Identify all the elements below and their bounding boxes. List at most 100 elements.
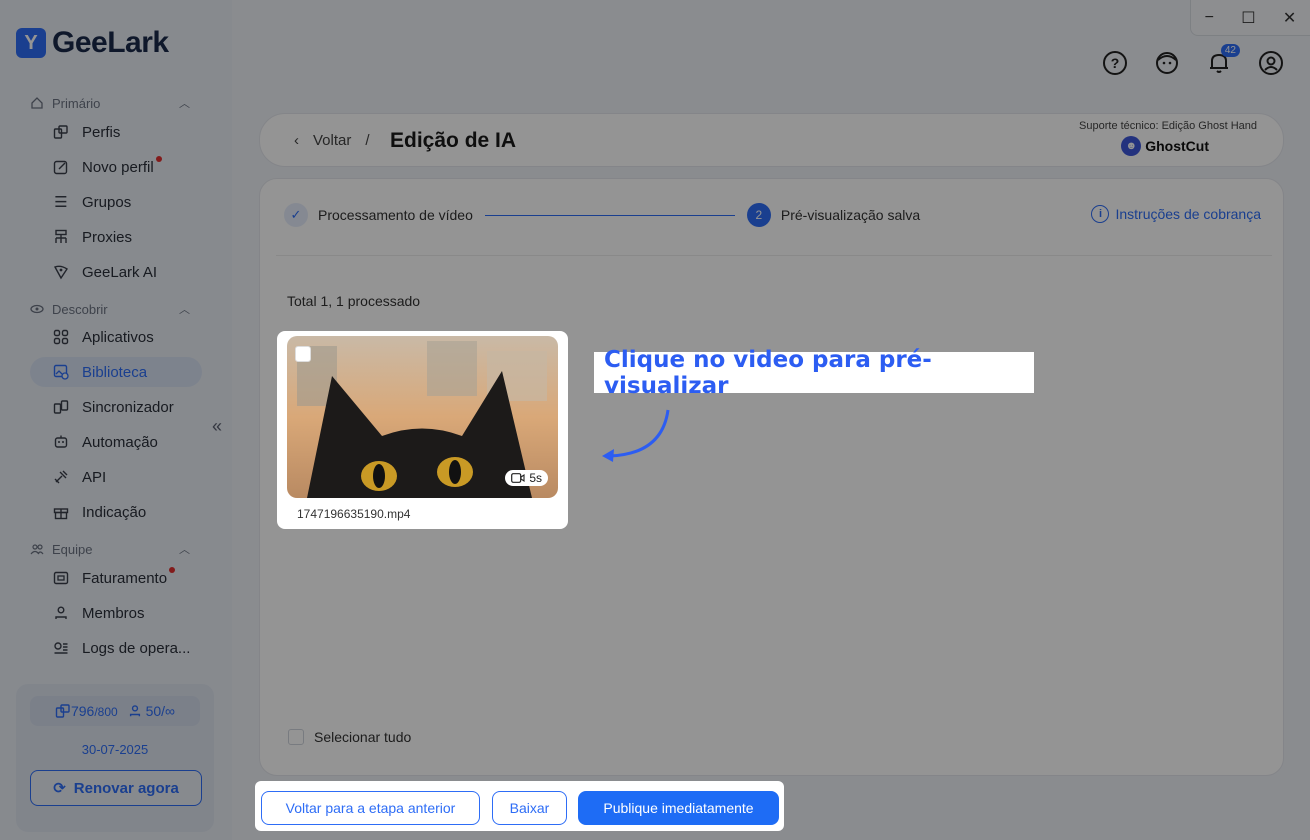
video-duration: 5s [529,471,542,485]
sidebar-item-proxies[interactable]: Proxies [30,222,202,252]
eye-icon [30,304,44,314]
video-thumbnail[interactable]: 5s [287,336,558,498]
sidebar-item-indicacao[interactable]: Indicação [30,497,202,527]
ghostcut-logo: ☻ GhostCut [1079,136,1209,156]
chevron-left-icon: ‹ [294,132,299,149]
steps: ✓ Processamento de vídeo 2 Pré-visualiza… [284,203,920,227]
publish-now-button[interactable]: Publique imediatamente [578,791,779,825]
section-title: Primário [52,95,101,111]
page-title: Edição de IA [390,129,517,152]
members-quota: 50/∞ [128,703,175,719]
team-icon [30,544,44,555]
video-camera-icon [511,473,525,483]
list-icon: ☰ [54,194,68,211]
support-info: Suporte técnico: Edição Ghost Hand ☻ Gho… [1079,120,1257,156]
notification-dot [169,567,176,573]
sidebar-item-label: Logs de opera... [82,639,191,657]
sidebar-item-membros[interactable]: Membros [30,598,202,628]
sidebar-item-label: Novo perfil [82,158,154,176]
video-card[interactable]: 5s 1747196635190.mp4 [277,331,568,529]
profiles-total: /800 [94,705,118,719]
previous-step-button[interactable]: Voltar para a etapa anterior [261,791,480,825]
account-icon[interactable] [1256,48,1286,78]
ghostcut-icon: ☻ [1121,136,1142,156]
chevron-up-icon: ︿ [179,98,190,110]
section-title: Equipe [52,541,93,557]
select-all-label: Selecionar tudo [314,729,412,745]
sidebar-item-label: Grupos [82,193,132,211]
sidebar-item-label: Perfis [82,123,121,141]
sidebar-item-api[interactable]: API [30,462,202,492]
profiles-quota: 796/800 [55,703,118,719]
sidebar-item-label: Biblioteca [82,363,148,381]
maximize-icon[interactable]: ☐ [1241,8,1255,28]
sidebar-item-biblioteca[interactable]: Biblioteca [30,357,202,387]
sidebar-item-novo-perfil[interactable]: Novo perfil [30,152,202,182]
geelark-logo[interactable]: Y GeeLark [16,26,169,60]
select-all[interactable]: Selecionar tudo [288,729,411,745]
sidebar-item-label: Aplicativos [82,328,154,346]
section-equipe[interactable]: Equipe ︿ [30,541,190,557]
breadcrumb-separator: / [365,132,370,149]
divider [276,255,1272,256]
close-icon[interactable]: ✕ [1283,8,1296,28]
sidebar-item-logs[interactable]: Logs de opera... [30,633,202,663]
section-descobrir[interactable]: Descobrir ︿ [30,301,190,317]
sidebar-item-sincronizador[interactable]: Sincronizador [30,392,202,422]
back-label: Voltar [313,132,352,149]
renew-button[interactable]: ⟳ Renovar agora [30,770,202,806]
sidebar-item-label: GeeLark AI [82,263,158,281]
home-icon [31,97,43,109]
robot-icon [52,433,70,451]
svg-text:?: ? [1111,55,1120,71]
download-button[interactable]: Baixar [492,791,567,825]
section-title: Descobrir [52,301,108,317]
sidebar-item-grupos[interactable]: ☰ Grupos [30,187,202,217]
sidebar-item-label: Faturamento [82,569,168,587]
profiles-used: 796 [70,703,95,719]
sidebar-item-label: Proxies [82,228,133,246]
support-text: Suporte técnico: Edição Ghost Hand [1079,120,1257,132]
step-number: 2 [746,203,771,227]
step-label-2: Pré-visualização salva [780,207,921,223]
duration-badge: 5s [505,470,548,486]
api-icon [52,468,70,486]
step-label-1: Processamento de vídeo [318,207,473,223]
help-icon[interactable]: ? [1100,48,1130,78]
members-used: 50 [145,703,162,719]
video-filename: 1747196635190.mp4 [297,507,411,521]
members-total: /∞ [161,703,176,719]
step-connector [484,214,735,216]
page-header: ‹ Voltar / Edição de IA Suporte técnico:… [259,113,1284,167]
sidebar-item-automacao[interactable]: Automação [30,427,202,457]
notification-dot [155,156,162,162]
support-agent-icon[interactable] [1152,48,1182,78]
collapse-sidebar-icon[interactable]: « [212,416,222,437]
geelark-logo-icon: Y [16,28,46,58]
profiles-icon [55,704,70,718]
sidebar-item-faturamento[interactable]: Faturamento [30,563,202,593]
billing-instructions-link[interactable]: i Instruções de cobrança [1091,205,1261,223]
proxy-icon [52,228,70,246]
sidebar: Y GeeLark Primário ︿ Perfis Novo perfil … [0,0,232,840]
billing-label: Instruções de cobrança [1115,206,1261,222]
back-link[interactable]: ‹ Voltar / [294,132,370,149]
sidebar-item-label: Sincronizador [82,398,174,416]
ai-icon [52,263,70,281]
sidebar-item-aplicativos[interactable]: Aplicativos [30,322,202,352]
section-primario[interactable]: Primário ︿ [30,95,190,111]
library-icon [52,363,70,381]
sidebar-item-perfis[interactable]: Perfis [30,117,202,147]
video-select-checkbox[interactable] [295,346,311,362]
sidebar-item-label: Membros [82,604,145,622]
info-icon: i [1091,205,1110,223]
ghostcut-text: GhostCut [1145,138,1209,154]
notifications-bell-icon[interactable]: 42 [1204,44,1240,78]
top-icons: ? 42 [1100,44,1286,78]
notifications-badge: 42 [1220,44,1240,57]
refresh-icon: ⟳ [53,780,66,797]
grid-icon [52,328,70,346]
select-all-checkbox[interactable] [288,729,304,745]
sidebar-item-geelark-ai[interactable]: GeeLark AI [30,257,202,287]
minimize-icon[interactable]: − [1205,9,1214,27]
